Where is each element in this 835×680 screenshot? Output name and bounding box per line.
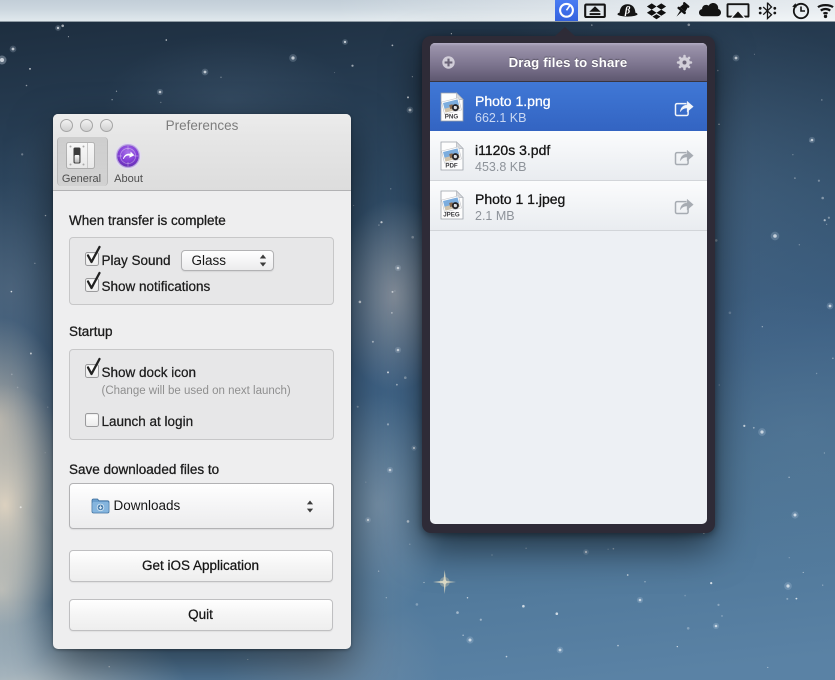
- svg-text:PNG: PNG: [445, 113, 459, 120]
- svg-text:PDF: PDF: [445, 162, 458, 169]
- svg-text:β: β: [624, 5, 631, 16]
- svg-text:JPEG: JPEG: [443, 211, 460, 218]
